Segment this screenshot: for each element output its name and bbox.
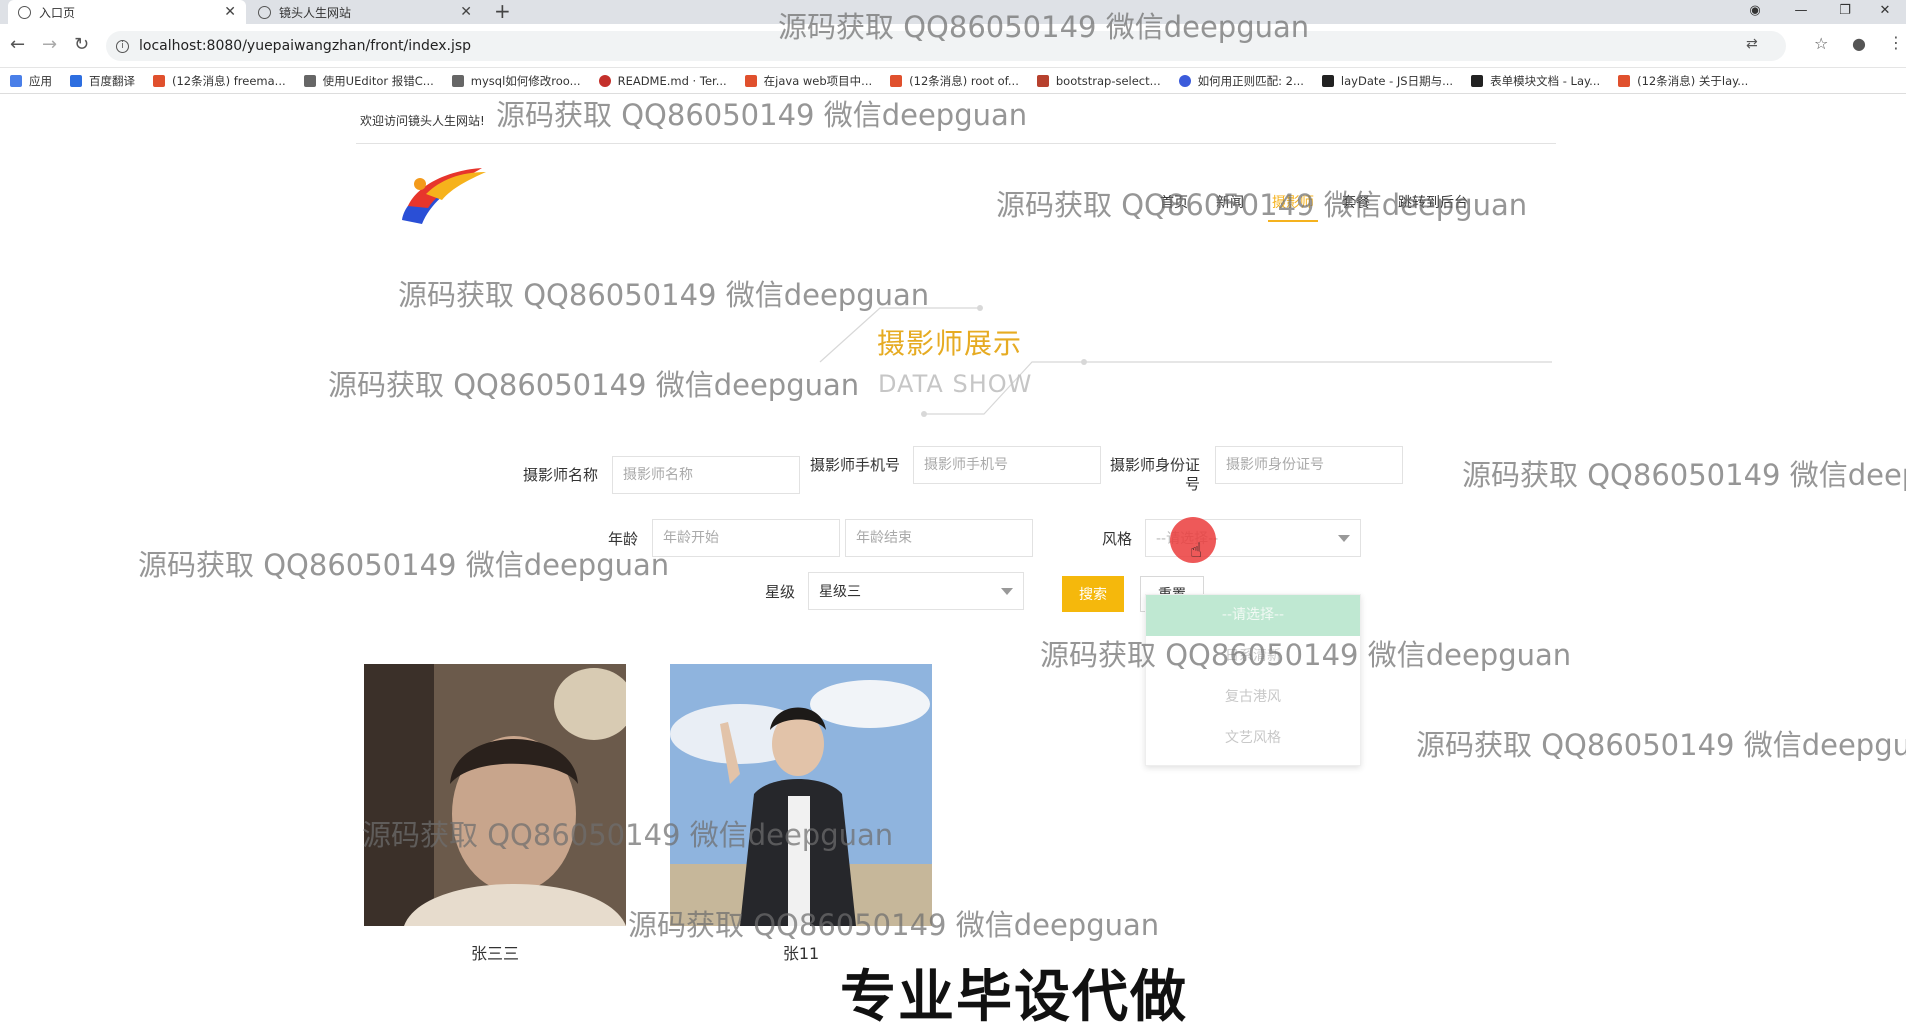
- photographer-card[interactable]: 张11: [670, 664, 932, 964]
- minimize-button[interactable]: —: [1778, 0, 1824, 22]
- age-end-input[interactable]: [845, 519, 1033, 557]
- browser-tab-active[interactable]: 入口页 ✕: [8, 0, 246, 24]
- photographer-name-input[interactable]: [612, 456, 800, 494]
- apps-grid-icon: [10, 74, 22, 87]
- bookmarks-bar: 应用 百度翻译 (12条消息) freema... 使用UEditor 报错C.…: [0, 68, 1906, 94]
- idcard-label: 摄影师身份证号: [1110, 456, 1201, 493]
- bookmark-item[interactable]: 在java web项目中...: [744, 73, 872, 89]
- tab-title: 镜头人生网站: [279, 5, 352, 20]
- chevron-down-icon: [1338, 535, 1350, 542]
- reload-icon[interactable]: ↻: [74, 34, 89, 55]
- layui-icon: [1471, 74, 1484, 87]
- nav-news[interactable]: 新闻: [1216, 192, 1244, 212]
- page-icon: [451, 74, 464, 87]
- info-icon: i: [116, 39, 129, 53]
- forward-icon[interactable]: →: [42, 34, 57, 55]
- promo-banner: 专业毕设代做: [840, 965, 1188, 1028]
- style-option[interactable]: 文艺风格: [1146, 718, 1360, 759]
- close-icon[interactable]: ✕: [460, 4, 472, 20]
- profile-menu-icon[interactable]: ◉: [1732, 0, 1778, 22]
- photographer-idcard-input[interactable]: [1215, 446, 1403, 484]
- style-label: 风格: [1101, 530, 1132, 548]
- style-option[interactable]: 日系清新: [1146, 636, 1360, 677]
- name-label: 摄影师名称: [522, 466, 598, 484]
- close-icon[interactable]: ✕: [224, 4, 236, 20]
- url-text: localhost:8080/yuepaiwangzhan/front/inde…: [139, 38, 472, 54]
- gitee-icon: [598, 74, 611, 87]
- back-icon[interactable]: ←: [10, 34, 25, 55]
- bookmark-apps[interactable]: 应用: [10, 73, 52, 89]
- nav-admin[interactable]: 跳转到后台: [1398, 192, 1468, 212]
- translate-icon[interactable]: ⇄: [1746, 36, 1758, 52]
- photographer-photo: [670, 664, 932, 926]
- nav-package[interactable]: 套餐: [1342, 192, 1370, 212]
- site-logo[interactable]: [396, 160, 492, 232]
- site-icon: [258, 5, 271, 19]
- csdn-icon: [890, 74, 903, 87]
- new-tab-button[interactable]: +: [494, 0, 511, 22]
- style-option[interactable]: 复古港风: [1146, 677, 1360, 718]
- phone-label: 摄影师手机号: [810, 456, 901, 474]
- menu-icon[interactable]: ⋮: [1888, 33, 1904, 52]
- section-title: 摄影师展示: [877, 327, 1023, 360]
- main-nav: 首页 新闻 摄影师 套餐 跳转到后台: [1160, 192, 1496, 222]
- layui-icon: [1321, 74, 1334, 87]
- bookmark-item[interactable]: (12条消息) freema...: [153, 73, 286, 89]
- level-select[interactable]: 星级三: [808, 572, 1024, 610]
- watermark: 源码获取 QQ86050149 微信deepguan: [1416, 728, 1906, 762]
- bookmark-item[interactable]: 表单模块文档 - Lay...: [1471, 73, 1600, 89]
- section-subtitle: DATA SHOW: [878, 370, 1033, 398]
- chevron-down-icon: [1001, 588, 1013, 595]
- photographer-phone-input[interactable]: [913, 446, 1101, 484]
- globe-icon: [18, 5, 31, 19]
- photographer-photo: [364, 664, 634, 926]
- bookmark-item[interactable]: (12条消息) 关于lay...: [1618, 73, 1748, 89]
- watermark: 源码获取 QQ86050149 微信deepguan: [328, 368, 860, 402]
- csdn-icon: [744, 74, 757, 87]
- bookmark-item[interactable]: 百度翻译: [70, 73, 135, 89]
- style-option[interactable]: --请选择--: [1146, 595, 1360, 636]
- search-button[interactable]: 搜索: [1062, 576, 1124, 612]
- bookmark-item[interactable]: 如何用正则匹配: 2...: [1178, 73, 1304, 89]
- translate-icon: [70, 74, 82, 87]
- divider: [356, 143, 1556, 144]
- star-icon[interactable]: ☆: [1814, 34, 1828, 53]
- photographer-card[interactable]: 张三三: [364, 664, 634, 964]
- nav-photographer[interactable]: 摄影师: [1268, 192, 1318, 222]
- age-start-input[interactable]: [652, 519, 840, 557]
- photographer-name: 张三三: [470, 944, 519, 963]
- age-label: 年龄: [607, 530, 638, 548]
- level-label: 星级: [764, 583, 795, 601]
- browser-tab[interactable]: 镜头人生网站 ✕: [248, 0, 482, 24]
- style-dropdown-menu: --请选择-- 日系清新 复古港风 文艺风格: [1145, 594, 1361, 766]
- csdn-icon: [1618, 74, 1631, 87]
- bookmark-item[interactable]: README.md · Ter...: [598, 74, 727, 88]
- csdn-icon: [153, 74, 165, 87]
- bookmark-item[interactable]: layDate - JS日期与...: [1321, 73, 1453, 89]
- baidu-icon: [1178, 74, 1191, 87]
- watermark: 源码获取 QQ86050149 微信deepguan: [496, 98, 1028, 132]
- bookmark-item[interactable]: 使用UEditor 报错C...: [303, 73, 434, 89]
- watermark: 源码获取 QQ86050149 微信deepguan: [1462, 458, 1906, 492]
- welcome-text: 欢迎访问镜头人生网站!: [360, 114, 485, 128]
- page-icon: [1036, 74, 1049, 87]
- bookmark-item[interactable]: (12条消息) root of...: [890, 73, 1019, 89]
- nav-home[interactable]: 首页: [1160, 192, 1188, 212]
- close-window-button[interactable]: ✕: [1862, 0, 1906, 22]
- level-select-value: 星级三: [819, 584, 861, 600]
- bookmark-item[interactable]: mysql如何修改roo...: [451, 73, 581, 89]
- account-icon[interactable]: ●: [1852, 34, 1866, 53]
- bookmark-item[interactable]: bootstrap-select...: [1036, 74, 1161, 88]
- tab-title: 入口页: [39, 5, 76, 20]
- page-icon: [303, 74, 316, 87]
- url-bar[interactable]: i localhost:8080/yuepaiwangzhan/front/in…: [106, 31, 1786, 61]
- hand-cursor-icon: ☝: [1190, 538, 1203, 562]
